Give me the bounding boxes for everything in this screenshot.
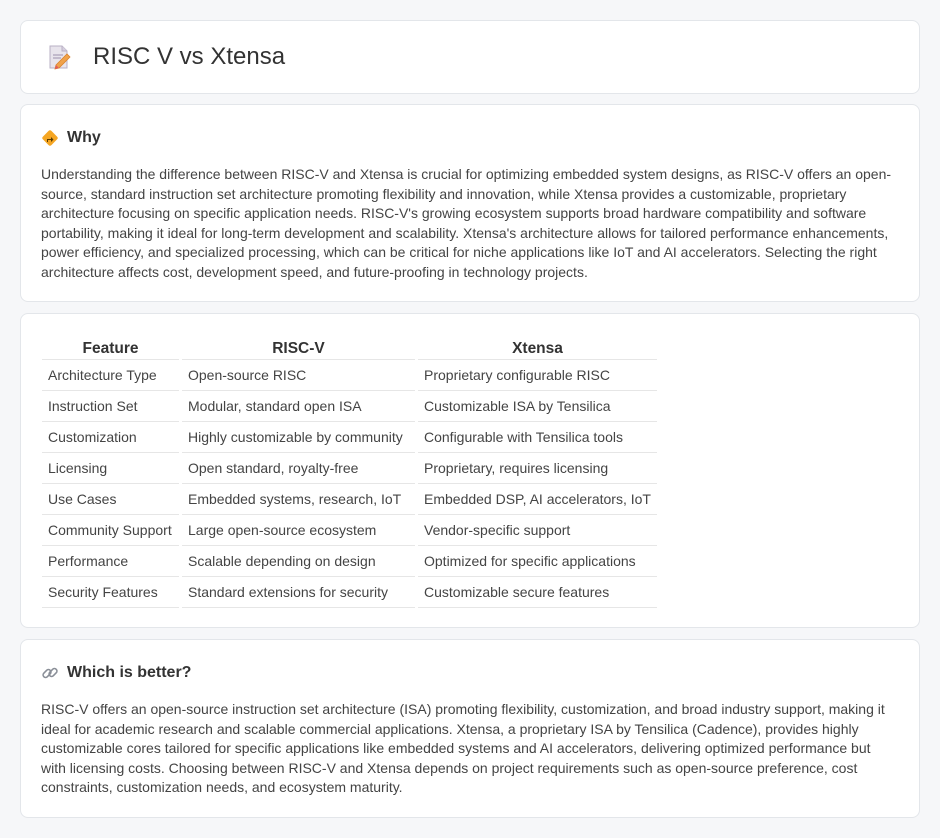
feature-cell: Licensing [42,453,179,484]
xtensa-cell: Configurable with Tensilica tools [418,422,657,453]
table-header-row: Feature RISC-V Xtensa [42,334,657,360]
feature-cell: Instruction Set [42,391,179,422]
risc-v-cell: Embedded systems, research, IoT [182,484,415,515]
why-paragraph: Understanding the difference between RIS… [41,166,892,280]
feature-cell: Architecture Type [42,360,179,391]
feature-cell: Customization [42,422,179,453]
which-better-paragraph: RISC-V offers an open-source instruction… [41,701,885,795]
document-pencil-icon [49,45,71,70]
risc-v-cell: Open-source RISC [182,360,415,391]
table-row: Architecture Type Open-source RISC Propr… [42,360,657,391]
comparison-card: Feature RISC-V Xtensa Architecture Type … [20,313,920,628]
xtensa-cell: Proprietary, requires licensing [418,453,657,484]
table-row: Community Support Large open-source ecos… [42,515,657,546]
why-card: Why Understanding the difference between… [20,104,920,302]
table-row: Instruction Set Modular, standard open I… [42,391,657,422]
xtensa-cell: Proprietary configurable RISC [418,360,657,391]
title-card: RISC V vs Xtensa [20,20,920,94]
risc-v-cell: Modular, standard open ISA [182,391,415,422]
comparison-table: Feature RISC-V Xtensa Architecture Type … [39,334,660,608]
which-better-card: Which is better? RISC-V offers an open-s… [20,639,920,818]
feature-cell: Use Cases [42,484,179,515]
diamond-direction-icon [42,130,58,146]
feature-cell: Security Features [42,577,179,608]
table-row: Licensing Open standard, royalty-free Pr… [42,453,657,484]
why-heading: Why [67,129,101,146]
risc-v-cell: Standard extensions for security [182,577,415,608]
header-risc-v: RISC-V [182,334,415,360]
risc-v-cell: Open standard, royalty-free [182,453,415,484]
table-row: Performance Scalable depending on design… [42,546,657,577]
risc-v-cell: Scalable depending on design [182,546,415,577]
feature-cell: Performance [42,546,179,577]
xtensa-cell: Embedded DSP, AI accelerators, IoT [418,484,657,515]
xtensa-cell: Customizable ISA by Tensilica [418,391,657,422]
table-row: Security Features Standard extensions fo… [42,577,657,608]
which-better-heading: Which is better? [67,664,192,681]
table-row: Use Cases Embedded systems, research, Io… [42,484,657,515]
header-feature: Feature [42,334,179,360]
xtensa-cell: Customizable secure features [418,577,657,608]
xtensa-cell: Vendor-specific support [418,515,657,546]
feature-cell: Community Support [42,515,179,546]
risc-v-cell: Large open-source ecosystem [182,515,415,546]
link-icon [42,667,58,679]
page-title: RISC V vs Xtensa [93,43,286,70]
table-row: Customization Highly customizable by com… [42,422,657,453]
risc-v-cell: Highly customizable by community [182,422,415,453]
xtensa-cell: Optimized for specific applications [418,546,657,577]
header-xtensa: Xtensa [418,334,657,360]
